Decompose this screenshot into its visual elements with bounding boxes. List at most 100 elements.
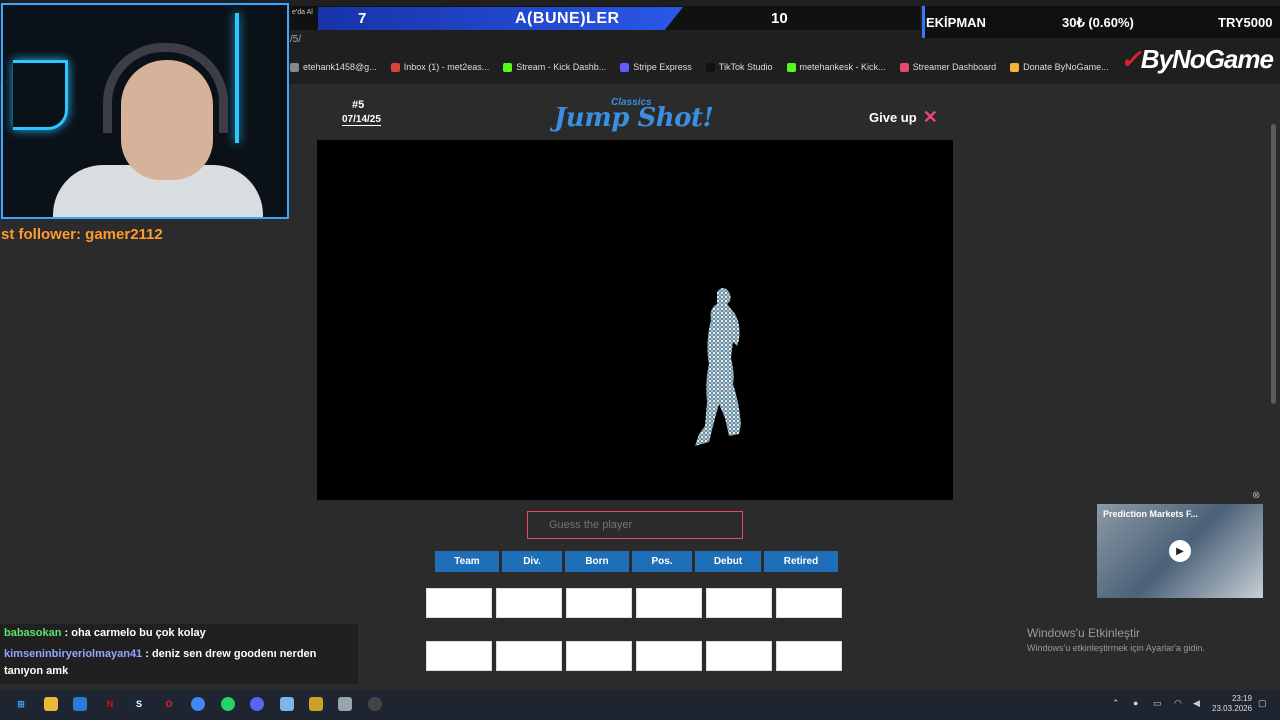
hint-chip: Div. <box>502 551 562 572</box>
bookmark-favicon-icon <box>1010 62 1020 72</box>
hint-cell <box>706 588 772 618</box>
bookmark-favicon-icon <box>899 62 909 72</box>
hint-cell <box>776 588 842 618</box>
chevron-up-icon[interactable]: ⌃ <box>1112 698 1120 709</box>
keyboard-icon[interactable]: ▭ <box>1153 698 1162 709</box>
hint-cell <box>566 588 632 618</box>
chat-overlay: babasokan : oha carmelo bu çok kolay kim… <box>0 624 358 684</box>
bookmark-item[interactable]: Inbox (1) - met2eas... <box>390 62 490 72</box>
game-logo[interactable]: Jump Shot! <box>554 103 714 133</box>
volume-icon[interactable]: ◀ <box>1193 698 1200 709</box>
team-name: A(BUNE)LER <box>515 10 620 27</box>
hint-chip: Team <box>435 551 499 572</box>
puzzle-date[interactable]: 07/14/25 <box>342 114 381 126</box>
opera-icon[interactable]: O <box>162 697 176 711</box>
hint-cell <box>426 588 492 618</box>
hint-chip: Debut <box>695 551 761 572</box>
bookmark-favicon-icon <box>503 62 513 72</box>
video-ad[interactable]: Prediction Markets F... ▶ <box>1097 504 1263 598</box>
hint-cell <box>706 641 772 671</box>
hint-cell <box>496 641 562 671</box>
bookmark-item[interactable]: metehankesk - Kick... <box>786 62 886 72</box>
bookmark-item[interactable]: Stream - Kick Dashb... <box>503 62 606 72</box>
hint-cell <box>636 588 702 618</box>
bookmark-item[interactable]: etehank1458@g... <box>290 62 377 72</box>
chat-username: kimseninbiryeriolmayan41 <box>4 648 143 660</box>
mic-icon[interactable]: ● <box>1133 698 1138 708</box>
hint-chip: Retired <box>764 551 838 572</box>
app-icon[interactable] <box>280 697 294 711</box>
address-bar[interactable]: /5/ <box>290 34 301 50</box>
bookmark-favicon-icon <box>786 62 796 72</box>
play-icon[interactable]: ▶ <box>1169 540 1191 562</box>
give-up-label: Give up <box>869 110 917 125</box>
guess-row <box>426 641 842 671</box>
chat-username: babasokan <box>4 627 62 639</box>
hint-categories: Team Div. Born Pos. Debut Retired <box>435 551 838 572</box>
steam-icon[interactable]: S <box>132 697 146 711</box>
screen: /5/ etehank1458@g... Inbox (1) - met2eas.… <box>0 0 1280 720</box>
neon-light <box>235 13 239 143</box>
netflix-icon[interactable]: N <box>103 697 117 711</box>
team-score-banner <box>318 7 683 30</box>
puzzle-number: #5 <box>352 99 365 111</box>
system-clock[interactable]: 23:19 23.03.2026 <box>1212 694 1252 714</box>
give-up-button[interactable]: Give up ✕ <box>869 108 938 126</box>
chrome-icon[interactable] <box>191 697 205 711</box>
hint-cell <box>426 641 492 671</box>
discord-icon[interactable] <box>250 697 264 711</box>
bookmark-item[interactable]: Stripe Express <box>620 62 692 72</box>
hint-cell <box>636 641 702 671</box>
silhouette-stage <box>317 140 953 500</box>
ad-close-icon[interactable]: ⊗ <box>1252 490 1260 501</box>
sponsor-mark-icon: ✓ <box>1120 44 1142 74</box>
file-explorer-icon[interactable] <box>44 697 58 711</box>
settings-icon[interactable] <box>338 697 352 711</box>
notification-icon[interactable]: ▢ <box>1258 698 1267 709</box>
overlay-ticker: e'da Al <box>292 9 313 16</box>
bookmark-label: Inbox (1) - met2eas... <box>403 62 490 72</box>
bookmark-item[interactable]: Donate ByNoGame... <box>1010 62 1109 72</box>
store-icon[interactable] <box>73 697 87 711</box>
bookmark-favicon-icon <box>620 62 630 72</box>
score-left: 7 <box>358 10 367 27</box>
hint-chip: Born <box>565 551 629 572</box>
app-icon[interactable] <box>309 697 323 711</box>
bookmark-item[interactable]: Streamer Dashboard <box>899 62 997 72</box>
hint-cell <box>566 641 632 671</box>
chat-text: : deniz sen drew goodenı nerden <box>142 648 317 660</box>
bookmark-label: Streamer Dashboard <box>912 62 997 72</box>
player-silhouette <box>695 288 741 446</box>
wifi-icon[interactable]: ◠ <box>1174 698 1182 709</box>
whatsapp-icon[interactable] <box>221 697 235 711</box>
ad-title: Prediction Markets F... <box>1103 509 1199 519</box>
bookmark-favicon-icon <box>390 62 400 72</box>
bookmark-label: etehank1458@g... <box>303 62 377 72</box>
windows-start-icon[interactable]: ⊞ <box>14 697 28 711</box>
bookmark-label: Donate ByNoGame... <box>1023 62 1109 72</box>
ekipman-progress: 30₺ (0.60%) <box>1062 15 1134 30</box>
chat-text: : oha carmelo bu çok kolay <box>61 627 206 639</box>
hint-cell <box>496 588 562 618</box>
clock-date: 23.03.2026 <box>1212 704 1253 713</box>
chat-message: tanıyon amk <box>4 665 68 677</box>
webcam-feed <box>1 3 289 219</box>
score-right: 10 <box>771 10 788 27</box>
bookmark-label: TikTok Studio <box>718 62 773 72</box>
obs-icon[interactable] <box>368 697 382 711</box>
ekipman-label: EKİPMAN <box>926 15 986 30</box>
last-follower: st follower: gamer2112 <box>1 226 163 243</box>
guess-input[interactable] <box>527 511 743 539</box>
clock-time: 23:19 <box>1231 694 1252 703</box>
hint-chip: Pos. <box>632 551 692 572</box>
bookmark-item[interactable]: TikTok Studio <box>705 62 773 72</box>
hint-cell <box>776 641 842 671</box>
scrollbar[interactable] <box>1271 124 1276 404</box>
bookmark-label: Stripe Express <box>633 62 692 72</box>
headphones-icon <box>103 43 228 133</box>
bookmark-favicon-icon <box>705 62 715 72</box>
bookmarks-bar: etehank1458@g... Inbox (1) - met2eas... St… <box>290 58 1109 76</box>
chat-message: babasokan : oha carmelo bu çok kolay <box>4 627 206 639</box>
sponsor-name: ByNoGame <box>1140 44 1274 74</box>
guess-row <box>426 588 842 618</box>
